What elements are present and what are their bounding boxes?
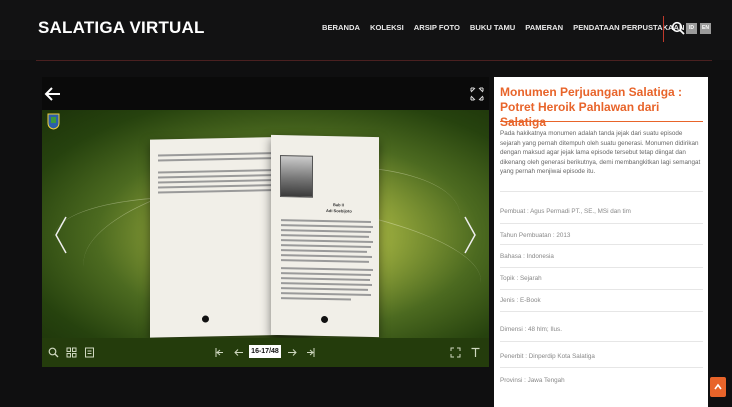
menu-item-pameran[interactable]: PAMERAN bbox=[525, 23, 563, 32]
right-page-heading: Bab II bbox=[333, 202, 344, 208]
meta-provinsi: Provinsi : Jawa Tengah bbox=[500, 377, 565, 384]
text-line bbox=[281, 272, 371, 276]
text-line bbox=[281, 239, 373, 243]
back-arrow-icon[interactable] bbox=[44, 86, 62, 102]
search-icon[interactable] bbox=[671, 21, 685, 35]
text-line bbox=[281, 224, 373, 228]
page-ornament bbox=[202, 315, 209, 323]
book-stage: Bab II Adi Soebijoto bbox=[42, 110, 489, 338]
meta-divider bbox=[500, 367, 703, 368]
fit-screen-icon[interactable] bbox=[450, 347, 461, 358]
meta-divider bbox=[500, 223, 703, 224]
text-line bbox=[281, 259, 369, 263]
fullscreen-icon[interactable] bbox=[469, 86, 485, 102]
next-page-arrow-icon[interactable] bbox=[461, 215, 479, 255]
meta-topik: Topik : Sejarah bbox=[500, 275, 542, 282]
menu-item-buku-tamu[interactable]: BUKU TAMU bbox=[470, 23, 515, 32]
text-line bbox=[281, 249, 367, 253]
meta-divider bbox=[500, 244, 703, 245]
item-description: Pada hakikatnya monumen adalah tanda jej… bbox=[500, 130, 701, 175]
menu-item-beranda[interactable]: BERANDA bbox=[322, 23, 360, 32]
portrait-photo bbox=[280, 155, 313, 198]
prev-page-arrow-icon[interactable] bbox=[52, 215, 70, 255]
page-number-input[interactable]: 16-17/48 bbox=[249, 345, 281, 358]
text-line bbox=[281, 277, 370, 281]
menu-item-pendataan-perpustakaan[interactable]: PENDATAAN PERPUSTAKAAN bbox=[573, 23, 684, 32]
text-line bbox=[158, 189, 276, 194]
flipbook-viewer: Bab II Adi Soebijoto 16-17/48 bbox=[42, 77, 489, 367]
lang-en-button[interactable]: EN bbox=[700, 23, 711, 34]
text-line bbox=[281, 297, 351, 301]
meta-jenis: Jenis : E-Book bbox=[500, 297, 541, 304]
right-page-subheading: Adi Soebijoto bbox=[326, 208, 352, 214]
top-navbar: SALATIGA VIRTUAL BERANDA KOLEKSI ARSIP F… bbox=[0, 0, 732, 60]
text-line bbox=[281, 282, 372, 286]
book-page-right[interactable]: Bab II Adi Soebijoto bbox=[271, 134, 379, 338]
main-menu: BERANDA KOLEKSI ARSIP FOTO BUKU TAMU PAM… bbox=[322, 23, 685, 32]
site-brand[interactable]: SALATIGA VIRTUAL bbox=[38, 18, 205, 38]
menu-item-arsip-foto[interactable]: ARSIP FOTO bbox=[414, 23, 460, 32]
meta-divider bbox=[500, 267, 703, 268]
text-line bbox=[281, 219, 371, 223]
text-line bbox=[158, 156, 286, 162]
single-page-icon[interactable] bbox=[84, 347, 95, 358]
menu-divider bbox=[663, 16, 664, 42]
last-page-icon[interactable] bbox=[305, 347, 316, 358]
text-line bbox=[281, 229, 371, 233]
text-line bbox=[281, 244, 371, 248]
text-line bbox=[281, 287, 368, 291]
chevron-up-icon bbox=[714, 383, 722, 390]
scroll-to-top-button[interactable] bbox=[710, 377, 726, 397]
zoom-icon[interactable] bbox=[48, 347, 59, 358]
detail-panel: Monumen Perjuangan Salatiga : Potret Her… bbox=[494, 77, 708, 407]
meta-divider bbox=[500, 341, 703, 342]
meta-dimensi: Dimensi : 48 hlm; Ilus. bbox=[500, 326, 562, 333]
first-page-icon[interactable] bbox=[214, 347, 225, 358]
lang-id-button[interactable]: ID bbox=[686, 23, 697, 34]
text-line bbox=[281, 292, 371, 296]
menu-item-koleksi[interactable]: KOLEKSI bbox=[370, 23, 404, 32]
next-page-icon[interactable] bbox=[287, 347, 298, 358]
meta-divider bbox=[500, 311, 703, 312]
thumbnails-grid-icon[interactable] bbox=[66, 347, 77, 358]
text-line bbox=[281, 234, 369, 238]
viewer-toolbar: 16-17/48 bbox=[42, 338, 489, 367]
salatiga-emblem-icon bbox=[47, 113, 60, 130]
meta-divider bbox=[500, 191, 703, 192]
meta-pembuat: Pembuat : Agus Permadi PT., SE., MSi dan… bbox=[500, 208, 631, 215]
meta-tahun-pembuatan: Tahun Pembuatan : 2013 bbox=[500, 232, 571, 239]
meta-bahasa: Bahasa : Indonesia bbox=[500, 253, 554, 260]
prev-page-icon[interactable] bbox=[233, 347, 244, 358]
meta-divider bbox=[500, 289, 703, 290]
title-divider bbox=[500, 121, 703, 122]
text-line bbox=[281, 267, 373, 271]
text-line bbox=[281, 254, 372, 258]
header-divider bbox=[36, 60, 712, 61]
page-ornament bbox=[321, 315, 328, 324]
text-line bbox=[158, 183, 284, 189]
text-mode-icon[interactable] bbox=[470, 347, 481, 358]
item-title: Monumen Perjuangan Salatiga : Potret Her… bbox=[500, 85, 683, 129]
meta-penerbit: Penerbit : Dinperdip Kota Salatiga bbox=[500, 353, 595, 360]
